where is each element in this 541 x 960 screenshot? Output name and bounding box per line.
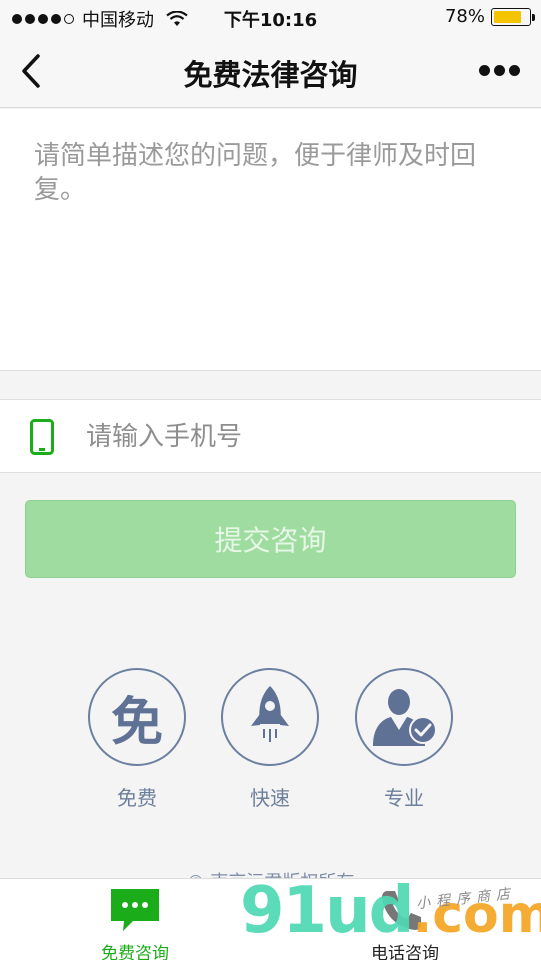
phone-row	[0, 399, 541, 473]
more-dot	[494, 64, 505, 76]
watermark-brand: 91ud	[240, 874, 414, 948]
more-dot	[479, 64, 490, 76]
feature-circle	[355, 668, 453, 766]
question-box	[0, 109, 541, 371]
feature-circle	[221, 668, 319, 766]
more-dot	[509, 64, 520, 76]
nav-bar: 免费法律咨询	[0, 34, 541, 108]
status-right: 78%	[444, 6, 535, 27]
feature-fast: 快速	[220, 668, 320, 811]
tab-free-consult[interactable]: 免费咨询	[45, 879, 225, 960]
rocket-icon	[251, 686, 289, 742]
battery-tip	[532, 13, 535, 21]
battery-percent: 78%	[444, 6, 485, 27]
feature-circle: 免	[88, 668, 186, 766]
status-bar: 中国移动 下午10:16 78%	[0, 0, 541, 34]
battery-fill	[494, 10, 521, 23]
feature-label: 免费	[117, 786, 157, 810]
chat-bubble-icon	[111, 889, 159, 931]
mobile-phone-icon	[30, 419, 54, 455]
battery-icon	[491, 7, 535, 26]
question-textarea[interactable]	[34, 139, 504, 359]
feature-label: 专业	[384, 786, 424, 810]
page-title: 免费法律咨询	[183, 58, 358, 92]
feature-free: 免 免费	[87, 668, 187, 811]
submit-consult-button[interactable]: 提交咨询	[25, 500, 516, 578]
more-dots-icon[interactable]	[479, 62, 521, 78]
mian-character-icon: 免	[110, 692, 163, 753]
watermark-logo: 91ud.com 小程序商店	[240, 874, 541, 960]
feature-professional: 专业	[354, 668, 454, 811]
professional-person-check-icon	[373, 689, 437, 746]
feature-label: 快速	[250, 786, 290, 810]
tab-label: 免费咨询	[101, 944, 169, 960]
phone-input[interactable]	[86, 416, 506, 458]
